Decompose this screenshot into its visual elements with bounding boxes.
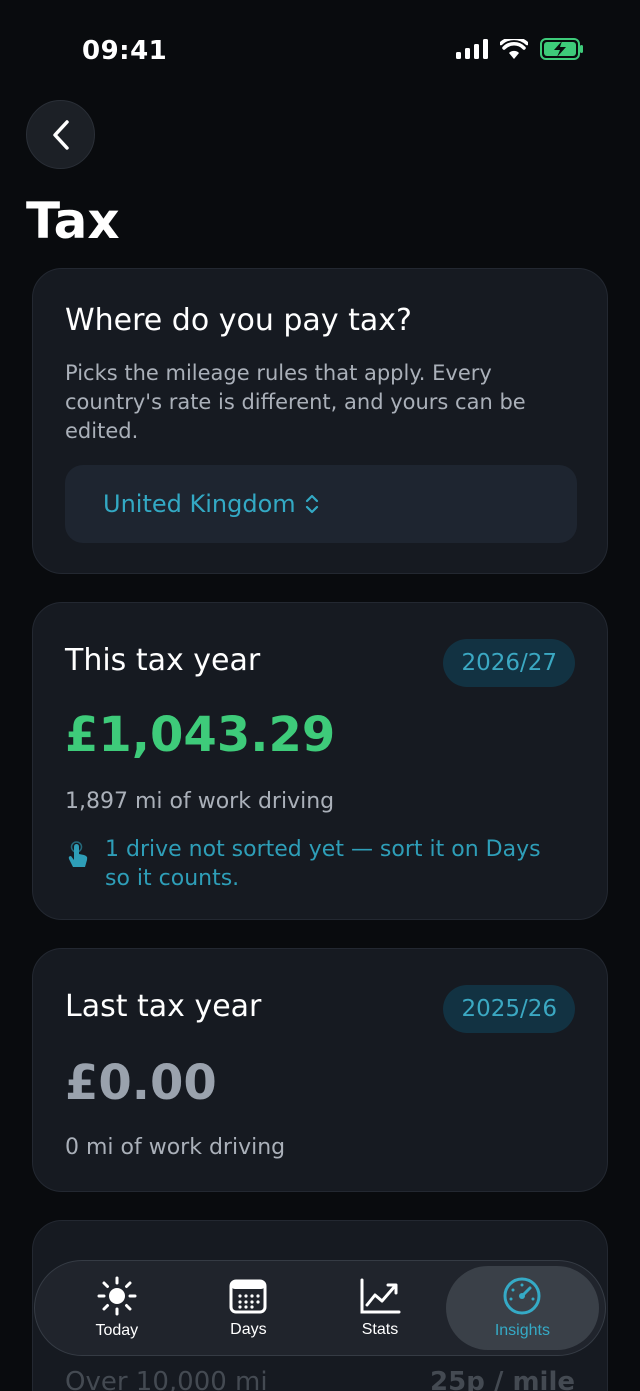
this-year-miles: 1,897 mi of work driving (65, 789, 335, 814)
country-card-description: Picks the mileage rules that apply. Ever… (65, 361, 526, 443)
tab-stats[interactable]: Stats (314, 1266, 446, 1350)
tap-hand-icon (68, 841, 88, 867)
this-year-badge: 2026/27 (443, 639, 575, 687)
country-select-value: United Kingdom (103, 490, 296, 518)
back-button[interactable] (26, 100, 95, 169)
unsorted-drive-notice-text: 1 drive not sorted yet — sort it on Days… (105, 837, 541, 891)
country-select[interactable]: United Kingdom (65, 465, 577, 543)
last-tax-year-card: Last tax year 2025/26 £0.00 0 mi of work… (32, 948, 608, 1192)
rate-band-label: Over 10,000 mi (65, 1367, 268, 1391)
last-year-amount: £0.00 (65, 1055, 217, 1111)
status-time: 09:41 (82, 36, 168, 66)
unsorted-drive-notice[interactable]: 1 drive not sorted yet — sort it on Days… (65, 835, 565, 893)
last-year-badge: 2025/26 (443, 985, 575, 1033)
this-tax-year-card: This tax year 2026/27 £1,043.29 1,897 mi… (32, 602, 608, 920)
battery-charging-icon (540, 38, 583, 60)
gauge-icon (503, 1277, 541, 1315)
last-year-title: Last tax year (65, 989, 262, 1024)
chevron-left-icon (52, 119, 69, 150)
country-card-title: Where do you pay tax? (65, 303, 412, 338)
chevron-updown-icon (305, 494, 318, 514)
rate-band-value: 25p / mile (430, 1367, 575, 1391)
tab-days[interactable]: Days (183, 1266, 315, 1350)
tab-insights[interactable]: Insights (445, 1266, 599, 1350)
page-title: Tax (26, 192, 120, 250)
chart-icon (360, 1278, 401, 1314)
country-card: Where do you pay tax? Picks the mileage … (32, 268, 608, 574)
tab-stats-label: Stats (361, 1321, 399, 1338)
tab-bar: Today Days Stats Insights (34, 1260, 606, 1356)
tab-today[interactable]: Today (51, 1266, 183, 1350)
this-year-title: This tax year (65, 643, 261, 678)
calendar-icon (229, 1279, 267, 1314)
wifi-icon (500, 39, 528, 59)
last-year-miles: 0 mi of work driving (65, 1135, 286, 1160)
tab-today-label: Today (95, 1322, 139, 1339)
sun-icon (97, 1276, 137, 1316)
tab-days-label: Days (230, 1321, 267, 1338)
status-icons (456, 38, 584, 60)
tab-insights-label: Insights (494, 1322, 550, 1339)
status-bar: 09:41 (0, 0, 640, 100)
signal-icon (456, 39, 488, 59)
this-year-amount: £1,043.29 (65, 707, 336, 763)
